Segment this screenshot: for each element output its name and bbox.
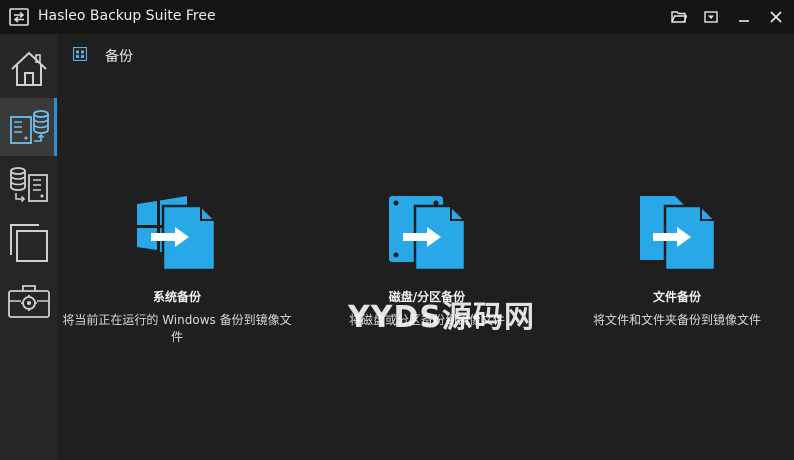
dropdown-menu-icon (704, 11, 718, 23)
open-folder-button[interactable] (668, 6, 690, 28)
menu-dropdown-button[interactable] (700, 6, 722, 28)
title-bar: Hasleo Backup Suite Free (0, 0, 794, 34)
app-logo-icon (9, 8, 29, 26)
page-title: 备份 (105, 49, 133, 65)
toolbox-icon (7, 285, 50, 318)
file-backup-title: 文件备份 (652, 290, 701, 304)
grid-icon (73, 47, 87, 61)
watermark: YYDS源码网 (348, 300, 535, 335)
minimize-button[interactable] (733, 6, 755, 28)
system-backup-description: 将当前正在运行的 Windows 备份到镜像文件 (62, 313, 292, 344)
close-button[interactable] (765, 6, 787, 28)
backup-icon (9, 110, 49, 144)
windows-backup-icon (137, 196, 217, 272)
close-icon (770, 11, 782, 23)
main-panel: 备份 系统备份 将当前正在运行的 Windows 备份到镜像文件 磁盘/分区备份… (57, 34, 794, 460)
sidebar-item-backup[interactable] (0, 98, 57, 156)
system-backup-title: 系统备份 (152, 290, 201, 304)
sidebar-item-restore[interactable] (0, 156, 57, 214)
sidebar-item-clone[interactable] (0, 214, 57, 272)
app-title: Hasleo Backup Suite Free (38, 8, 216, 24)
minimize-icon (739, 20, 749, 22)
file-backup-icon (640, 196, 717, 272)
file-backup-description: 将文件和文件夹备份到镜像文件 (592, 313, 761, 327)
disk-backup-icon (389, 196, 467, 272)
sidebar-item-home[interactable] (0, 40, 57, 98)
sidebar-item-tools[interactable] (0, 272, 57, 330)
clone-icon (9, 224, 48, 262)
home-icon (10, 51, 47, 86)
restore-icon (9, 167, 48, 203)
folder-open-icon (671, 11, 687, 23)
sidebar (0, 34, 57, 460)
